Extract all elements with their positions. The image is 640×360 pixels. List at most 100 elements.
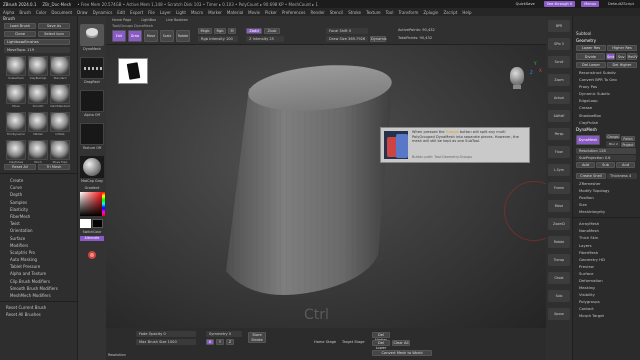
save-as-button[interactable]: Save As	[38, 23, 70, 29]
axis-gizmo[interactable]: Y X Z	[530, 61, 544, 79]
switch-color-button[interactable]: SwitchColor	[78, 230, 106, 234]
brush-menu-modifiers[interactable]: Modifiers	[0, 242, 77, 249]
tool-item-surface[interactable]: Surface	[573, 270, 640, 277]
tool-item-masking[interactable]: Masking	[573, 284, 640, 291]
clear-all-button[interactable]: Clear All	[392, 340, 410, 346]
del-higher-geo-button[interactable]: Del Higher	[607, 62, 637, 68]
shelf-zoomd-button[interactable]: ZoomD	[548, 218, 570, 230]
reuv-button[interactable]: ReUV	[627, 53, 638, 60]
shelf-zoom-button[interactable]: Zoom	[548, 74, 570, 86]
menu-layer[interactable]: Layer	[160, 10, 171, 15]
tool-item-thick-skin[interactable]: Thick Skin	[573, 234, 640, 241]
focal-shift-slider[interactable]: Focal Shift 0	[326, 28, 368, 34]
shelf-aahalf-button[interactable]: AAHalf	[548, 110, 570, 122]
shelf-ghost-button[interactable]: Ghost	[548, 272, 570, 284]
tool-item-edgeloop[interactable]: EdgeLoop	[573, 97, 640, 104]
navigation-head[interactable]	[510, 67, 526, 91]
zadd-button[interactable]: Zadd	[246, 28, 262, 34]
store-stroke-button[interactable]: Store Stroke	[248, 332, 266, 343]
brush-slot-snakehook[interactable]: SnakeHook	[6, 56, 26, 82]
smt-button[interactable]: Smt	[605, 53, 616, 60]
tool-item-size[interactable]: Size	[573, 201, 640, 208]
brush-menu-auto-masking[interactable]: Auto Masking	[0, 256, 77, 263]
tool-item-meshintegrity[interactable]: MeshIntegrity	[573, 208, 640, 215]
default-script-button[interactable]: DefaultZScript	[605, 1, 637, 7]
symmetry-y-button[interactable]: Y	[216, 339, 224, 345]
menu-export[interactable]: Export	[130, 10, 143, 15]
target-stage-button[interactable]: Target Stage	[342, 340, 365, 344]
brush-slot-damstandard[interactable]: DamStandard	[50, 84, 70, 110]
menu-edit[interactable]: Edit	[117, 10, 125, 15]
alpha-thumbnail[interactable]	[80, 90, 104, 112]
dynamesh-button[interactable]: DynaMesh	[576, 134, 600, 145]
menu-stroke[interactable]: Stroke	[348, 10, 361, 15]
del-higher-button[interactable]: Del Higher	[372, 332, 390, 342]
move-mode-button[interactable]: Move	[144, 30, 158, 42]
del-lower-geo-button[interactable]: Del Lower	[576, 62, 606, 68]
select-icon-button[interactable]: Select Icon	[38, 31, 70, 37]
material-thumbnail[interactable]	[80, 156, 104, 178]
menu-light[interactable]: Light	[176, 10, 186, 15]
quicksave-button[interactable]: QuickSave	[513, 1, 538, 7]
shelf-floor-button[interactable]: Floor	[548, 146, 570, 158]
tab-lightbox[interactable]: LightBox	[138, 17, 159, 23]
brush-slot-inflate[interactable]: Inflate	[50, 112, 70, 138]
tool-item-contact[interactable]: Contact	[573, 305, 640, 312]
menu-brush[interactable]: Brush	[19, 10, 31, 15]
tool-item-modify-topology[interactable]: Modify Topology	[573, 187, 640, 194]
primary-color-swatch[interactable]	[80, 219, 91, 228]
shelf-persp-button[interactable]: Persp	[548, 128, 570, 140]
brush-slot-standard[interactable]: Standard	[50, 56, 70, 82]
brush-slot-smooth[interactable]: Smooth	[28, 84, 48, 110]
menu-document[interactable]: Document	[51, 10, 72, 15]
polish-button[interactable]: Polish	[621, 135, 635, 141]
convert-bpr-button[interactable]: Convert BPR To Geo	[573, 76, 640, 83]
menu-preferences[interactable]: Preferences	[282, 10, 306, 15]
symmetry-z-button[interactable]: Z	[226, 339, 234, 345]
tool-item-polygroups[interactable]: Polygroups	[573, 298, 640, 305]
tool-item-fibermesh[interactable]: FiberMesh	[573, 249, 640, 256]
load-brush-button[interactable]: Load Brush	[4, 23, 36, 29]
tool-item-deformation[interactable]: Deformation	[573, 277, 640, 284]
brush-menu-surface[interactable]: Surface	[0, 235, 77, 242]
scale-mode-button[interactable]: Scale	[160, 30, 174, 42]
color-picker[interactable]	[80, 192, 105, 216]
menu-file[interactable]: File	[148, 10, 155, 15]
stroke-thumbnail[interactable]	[80, 57, 104, 79]
brush-slot-trimdynamic[interactable]: TrimDynamic	[6, 112, 26, 138]
home-stage-button[interactable]: Home Stage	[314, 340, 336, 344]
menu-zplugin[interactable]: Zplugin	[423, 10, 438, 15]
m-button[interactable]: M	[228, 28, 236, 34]
brush-menu-create[interactable]: Create	[0, 177, 77, 184]
zsub-button[interactable]: Zsub	[264, 28, 280, 34]
shelf-actual-button[interactable]: Actual	[548, 92, 570, 104]
menu-movie[interactable]: Movie	[248, 10, 260, 15]
brush-menu-twist[interactable]: Twist	[0, 220, 77, 227]
tab-live-boolean[interactable]: Live Boolean	[163, 17, 191, 23]
symmetry-slider[interactable]: Symmetry 0	[206, 331, 242, 337]
max-brush-size-slider[interactable]: Max Brush Size 1000	[136, 339, 196, 345]
tab-home-page[interactable]: Home Page	[109, 17, 134, 23]
menus-button[interactable]: Menus	[581, 1, 599, 7]
menu-help[interactable]: Help	[462, 10, 471, 15]
brush-slot-claytubes[interactable]: ClayTubes	[6, 140, 26, 166]
menu-picker[interactable]: Picker	[265, 10, 277, 15]
tool-item-position[interactable]: Position	[573, 194, 640, 201]
menu-color[interactable]: Color	[36, 10, 46, 15]
menu-draw[interactable]: Draw	[77, 10, 87, 15]
mrgb-button[interactable]: Mrgb	[198, 28, 212, 34]
divide-button[interactable]: Divide	[576, 53, 605, 60]
menu-zscript[interactable]: Zscript	[443, 10, 457, 15]
menu-marker[interactable]: Marker	[208, 10, 222, 15]
see-through-slider[interactable]: See-through 0	[543, 1, 576, 7]
tool-item-preview[interactable]: Preview	[573, 263, 640, 270]
cylinder-mesh[interactable]	[106, 45, 546, 328]
brush-menu-curve[interactable]: Curve	[0, 184, 77, 191]
brush-menu-depth[interactable]: Depth	[0, 191, 77, 198]
menu-texture[interactable]: Texture	[366, 10, 381, 15]
menu-material[interactable]: Material	[227, 10, 243, 15]
shelf-bpr-button[interactable]: BPR	[548, 20, 570, 32]
reset-all-brushes[interactable]: Reset All Brushes	[0, 311, 77, 318]
brush-menu-meshmech-modifiers[interactable]: MeshMech Modifiers	[0, 292, 77, 299]
brush-slot-move[interactable]: Move	[6, 84, 26, 110]
